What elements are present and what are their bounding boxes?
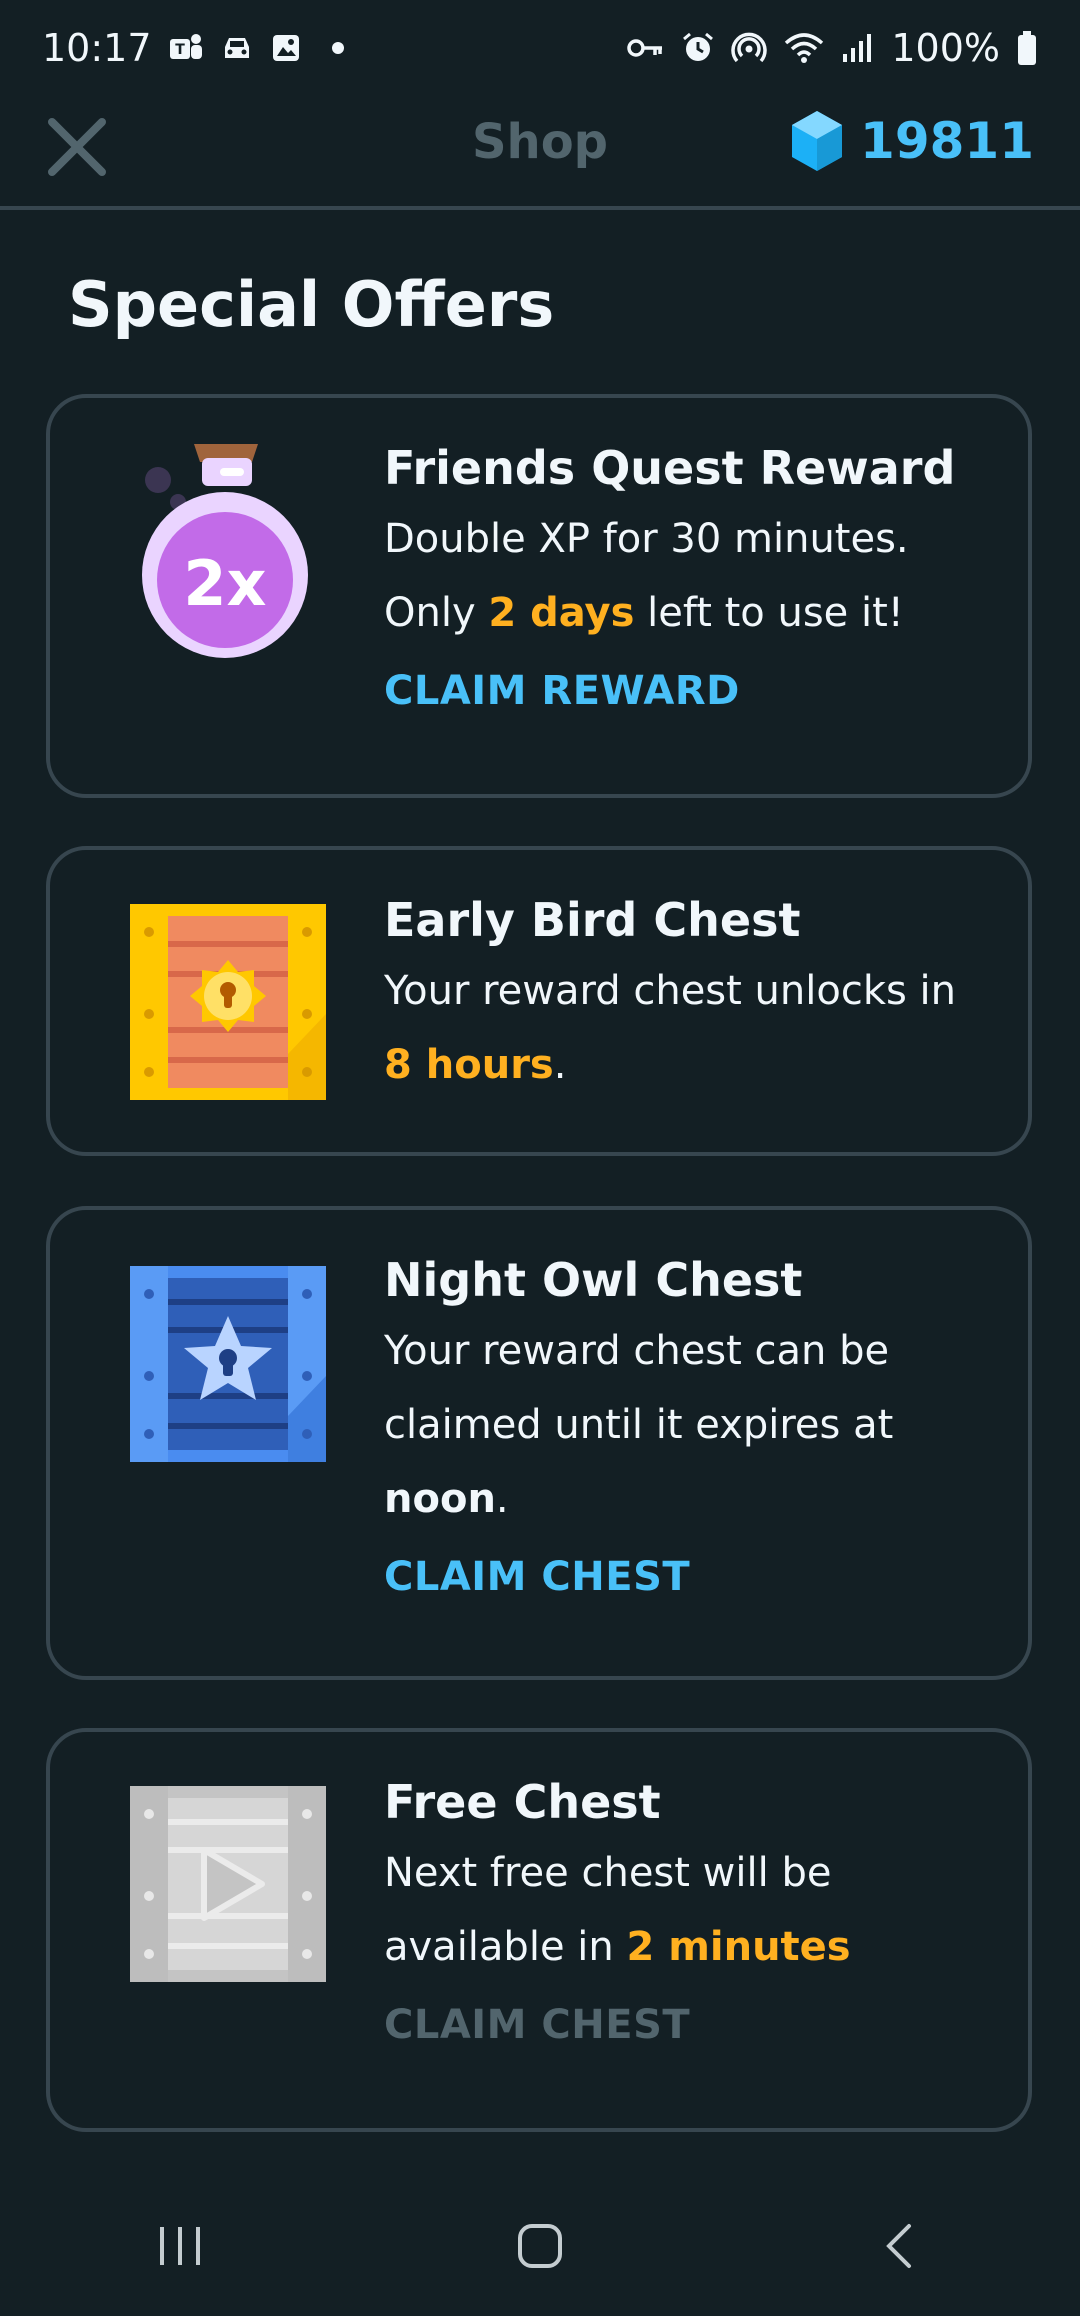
svg-text:2x: 2x bbox=[183, 547, 266, 620]
recent-apps-button[interactable] bbox=[120, 2206, 240, 2286]
offer-description: Next free chest will be available in 2 m… bbox=[384, 1836, 1008, 1984]
offer-description: Your reward chest can be claimed until i… bbox=[384, 1314, 1008, 1536]
battery-percent: 100% bbox=[891, 26, 1000, 70]
offer-description-line: 8 hours. bbox=[384, 1028, 1008, 1102]
svg-text:T: T bbox=[175, 42, 185, 58]
offer-description-line: available in 2 minutes bbox=[384, 1910, 1008, 1984]
offer-description-line: Only 2 days left to use it! bbox=[384, 576, 1008, 650]
offer-description-line: Double XP for 30 minutes. bbox=[384, 516, 909, 562]
vpn-key-icon bbox=[627, 36, 665, 60]
offer-title: Free Chest bbox=[384, 1775, 661, 1829]
offer-description-line: Next free chest will be bbox=[384, 1850, 832, 1896]
offer-title: Friends Quest Reward bbox=[384, 441, 956, 495]
claim-chest-button-disabled[interactable]: CLAIM CHEST bbox=[384, 2002, 690, 2048]
desc-text: . bbox=[553, 1042, 567, 1088]
highlight-text: 8 hours bbox=[384, 1042, 554, 1088]
desc-text: available in bbox=[384, 1924, 627, 1970]
clock: 10:17 bbox=[42, 26, 152, 70]
wifi-icon bbox=[783, 31, 825, 65]
offer-description: Your reward chest unlocks in 8 hours. bbox=[384, 954, 1008, 1102]
home-icon bbox=[518, 2224, 562, 2268]
offer-card-friends-quest: 2x Friends Quest Reward Double XP for 30… bbox=[46, 394, 1032, 798]
system-nav-bar bbox=[0, 2176, 1080, 2316]
desc-text: Only bbox=[384, 590, 489, 636]
highlight-text: 2 minutes bbox=[626, 1924, 851, 1970]
offer-description-line: noon. bbox=[384, 1462, 1008, 1536]
offer-description: Double XP for 30 minutes. Only 2 days le… bbox=[384, 502, 1008, 650]
free-chest-icon bbox=[130, 1786, 326, 1986]
home-button[interactable] bbox=[480, 2206, 600, 2286]
teams-icon: T bbox=[168, 31, 204, 65]
shop-header: Shop 19811 bbox=[0, 96, 1080, 210]
offer-card-early-bird: Early Bird Chest Your reward chest unloc… bbox=[46, 846, 1032, 1156]
night-owl-chest-icon bbox=[130, 1266, 326, 1466]
section-title: Special Offers bbox=[68, 268, 555, 341]
gems-count: 19811 bbox=[860, 112, 1034, 170]
claim-chest-button[interactable]: CLAIM CHEST bbox=[384, 1554, 690, 1600]
status-bar: 10:17 T 100% bbox=[0, 0, 1080, 96]
back-icon bbox=[886, 2224, 911, 2268]
signal-icon bbox=[841, 32, 875, 64]
hotspot-icon bbox=[731, 31, 768, 65]
gem-icon bbox=[792, 111, 843, 171]
offer-title: Early Bird Chest bbox=[384, 893, 801, 947]
back-button[interactable] bbox=[840, 2206, 960, 2286]
double-xp-potion-icon: 2x bbox=[130, 440, 320, 674]
offer-title: Night Owl Chest bbox=[384, 1253, 803, 1307]
desc-text: left to use it! bbox=[634, 590, 904, 636]
alarm-icon bbox=[681, 31, 715, 65]
early-bird-chest-icon bbox=[130, 904, 326, 1104]
gems-counter[interactable]: 19811 bbox=[788, 108, 1034, 174]
notification-dot bbox=[331, 42, 344, 54]
claim-reward-button[interactable]: CLAIM REWARD bbox=[384, 668, 740, 714]
car-icon bbox=[220, 33, 254, 63]
desc-text: . bbox=[495, 1476, 509, 1522]
offer-card-free-chest: Free Chest Next free chest will be avail… bbox=[46, 1728, 1032, 2132]
offer-description-line: Your reward chest can be bbox=[384, 1328, 890, 1374]
offer-description-line: Your reward chest unlocks in bbox=[384, 968, 957, 1014]
highlight-text: 2 days bbox=[488, 590, 635, 636]
recent-apps-icon bbox=[160, 2227, 200, 2265]
offer-description-line: claimed until it expires at bbox=[384, 1402, 894, 1448]
bold-text: noon bbox=[384, 1476, 496, 1522]
battery-icon bbox=[1016, 30, 1038, 66]
offer-card-night-owl: Night Owl Chest Your reward chest can be… bbox=[46, 1206, 1032, 1680]
gallery-icon bbox=[270, 32, 302, 64]
